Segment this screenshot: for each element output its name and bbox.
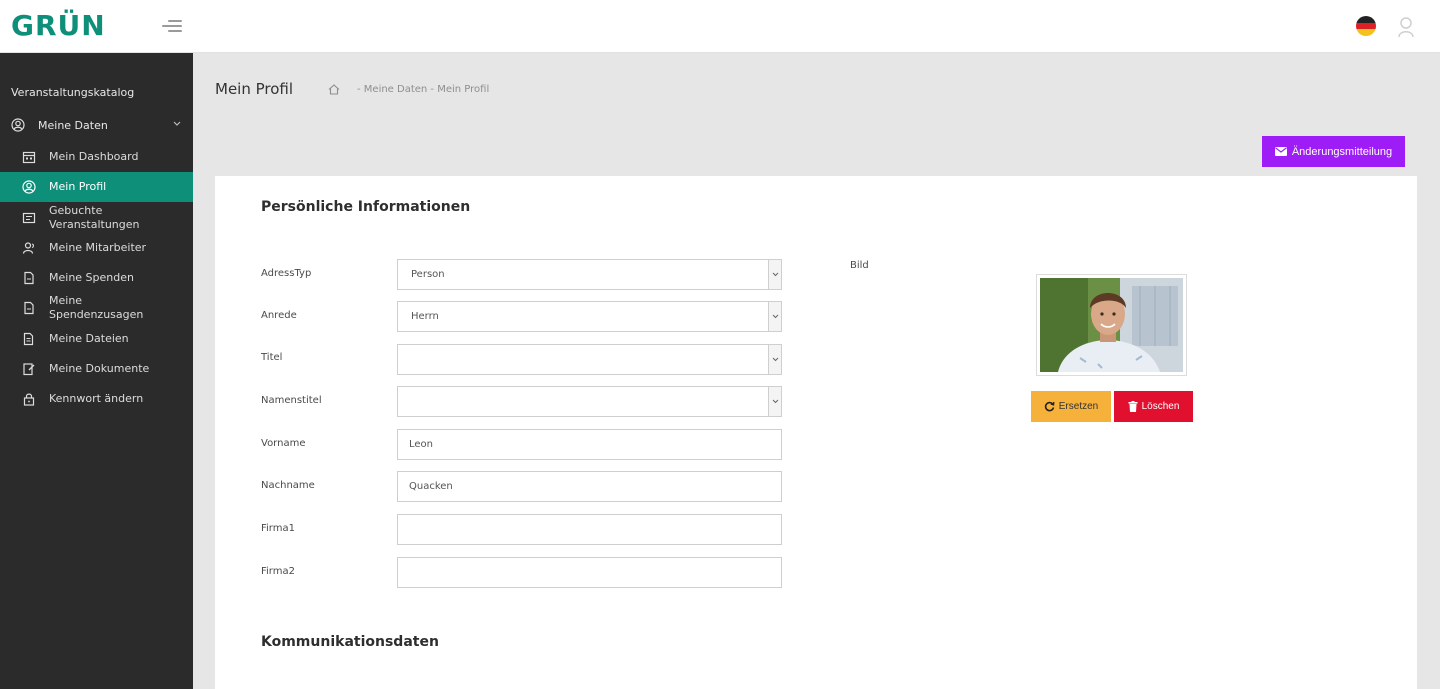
refresh-icon	[1044, 401, 1055, 412]
nachname-input[interactable]: Quacken	[397, 471, 782, 502]
loeschen-button[interactable]: Löschen	[1114, 391, 1193, 422]
label-anrede: Anrede	[261, 310, 297, 321]
user-circle-icon	[22, 180, 36, 194]
user-icon[interactable]	[1397, 16, 1415, 38]
label-nachname: Nachname	[261, 480, 315, 491]
ersetzen-button[interactable]: Ersetzen	[1031, 391, 1111, 422]
sidebar-item-label: Kennwort ändern	[49, 392, 144, 405]
label-vorname: Vorname	[261, 438, 306, 449]
adresstyp-value: Person	[411, 269, 445, 280]
aenderungsmitteilung-button[interactable]: Änderungsmitteilung	[1262, 136, 1405, 167]
chevron-down-icon	[173, 121, 181, 126]
profile-card: Persönliche Informationen AdressTyp Pers…	[215, 176, 1417, 689]
sidebar-item-label: Mein Dashboard	[49, 150, 139, 163]
anrede-value: Herrn	[411, 311, 439, 322]
label-namenstitel: Namenstitel	[261, 395, 322, 406]
label-firma2: Firma2	[261, 566, 295, 577]
sidebar-item-label: Meine Spendenzusagen	[49, 294, 144, 321]
aenderungsmitteilung-label: Änderungsmitteilung	[1291, 145, 1393, 158]
sidebar-item-label: Meine Mitarbeiter	[49, 241, 147, 254]
sidebar-item-dateien[interactable]: Meine Dateien	[0, 324, 193, 354]
user-circle-icon	[11, 118, 25, 132]
sidebar-item-kennwort[interactable]: Kennwort ändern	[0, 384, 193, 414]
label-bild: Bild	[850, 260, 869, 271]
sidebar: Veranstaltungskatalog Meine Daten Mein D…	[0, 53, 193, 689]
ersetzen-label: Ersetzen	[1058, 401, 1099, 412]
logo[interactable]: GRÜN	[11, 9, 106, 42]
namenstitel-select[interactable]	[397, 386, 782, 417]
sidebar-group-label: Meine Daten	[38, 119, 108, 132]
sidebar-item-dashboard[interactable]: Mein Dashboard	[0, 142, 193, 172]
section-title-persoenlich: Persönliche Informationen	[261, 199, 471, 215]
vorname-input[interactable]: Leon	[397, 429, 782, 460]
edit-document-icon	[23, 363, 35, 376]
label-adresstyp: AdressTyp	[261, 268, 312, 279]
document-icon	[24, 271, 34, 285]
calendar-icon	[22, 151, 36, 164]
trash-icon	[1128, 401, 1138, 412]
firma1-input[interactable]	[397, 514, 782, 545]
top-bar: GRÜN	[0, 0, 1440, 53]
sidebar-item-dokumente[interactable]: Meine Dokumente	[0, 354, 193, 384]
german-flag-icon[interactable]	[1356, 16, 1376, 36]
sidebar-group-meine-daten[interactable]: Meine Daten	[0, 113, 193, 137]
sidebar-item-profil[interactable]: Mein Profil	[0, 172, 193, 202]
firma2-input[interactable]	[397, 557, 782, 588]
hamburger-icon[interactable]	[162, 18, 182, 34]
users-icon	[22, 242, 34, 254]
sidebar-item-mitarbeiter[interactable]: Meine Mitarbeiter	[0, 233, 193, 263]
loeschen-label: Löschen	[1141, 401, 1180, 412]
files-icon	[23, 332, 34, 346]
section-title-kommunikation: Kommunikationsdaten	[261, 634, 439, 650]
breadcrumb[interactable]: - Meine Daten - Mein Profil	[357, 84, 489, 95]
document-icon	[24, 301, 34, 315]
page-title: Mein Profil	[215, 80, 294, 98]
sidebar-item-label: Meine Dateien	[49, 332, 129, 345]
sidebar-item-spenden[interactable]: Meine Spenden	[0, 263, 193, 293]
home-icon[interactable]	[328, 84, 340, 95]
profile-photo	[1036, 274, 1187, 376]
sidebar-item-label: Gebuchte Veranstaltungen	[49, 204, 140, 231]
nachname-value: Quacken	[409, 481, 453, 492]
sidebar-item-label: Mein Profil	[49, 180, 107, 193]
lock-icon	[23, 393, 35, 406]
sidebar-item-veranstaltungen[interactable]: Gebuchte Veranstaltungen	[0, 203, 193, 233]
titel-select[interactable]	[397, 344, 782, 375]
chevron-down-icon	[768, 344, 782, 375]
portrait-image	[1040, 278, 1183, 372]
sidebar-item-label: Meine Spenden	[49, 271, 134, 284]
ticket-icon	[22, 212, 36, 224]
sidebar-item-label: Meine Dokumente	[49, 362, 150, 375]
sidebar-item-spendenzusagen[interactable]: Meine Spendenzusagen	[0, 293, 193, 323]
vorname-value: Leon	[409, 439, 434, 450]
chevron-down-icon	[768, 386, 782, 417]
adresstyp-select[interactable]: Person	[397, 259, 782, 290]
label-firma1: Firma1	[261, 523, 295, 534]
chevron-down-icon	[768, 301, 782, 332]
sidebar-catalog-link[interactable]: Veranstaltungskatalog	[11, 86, 134, 99]
chevron-down-icon	[768, 259, 782, 290]
anrede-select[interactable]: Herrn	[397, 301, 782, 332]
envelope-icon	[1274, 147, 1287, 156]
label-titel: Titel	[261, 352, 283, 363]
